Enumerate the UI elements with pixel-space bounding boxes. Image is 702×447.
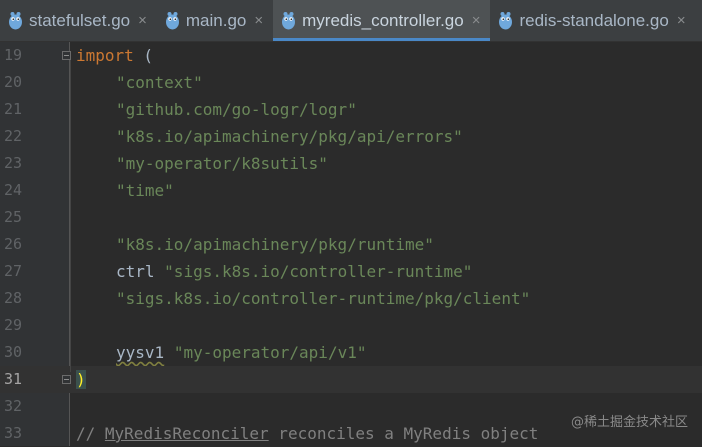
- tab-label: myredis_controller.go: [302, 10, 464, 30]
- line-number: 27: [3, 262, 22, 280]
- code-text: ctrl "sigs.k8s.io/controller-runtime": [116, 258, 472, 285]
- code-line[interactable]: 19 import (: [0, 42, 702, 69]
- code-text: "time": [116, 177, 174, 204]
- line-number: 25: [3, 208, 22, 226]
- indent-guide: [70, 60, 71, 372]
- code-text: "my-operator/k8sutils": [116, 150, 328, 177]
- line-number: 24: [3, 181, 22, 199]
- close-tab-icon[interactable]: ×: [677, 13, 686, 28]
- code-text: import (: [76, 42, 153, 69]
- code-text: ): [76, 366, 86, 393]
- paren: (: [133, 46, 154, 65]
- import-alias: yysv1: [116, 343, 165, 362]
- line-number: 32: [3, 397, 22, 415]
- code-line[interactable]: 29: [0, 312, 702, 339]
- editor-tab-bar: statefulset.go × main.go × myredis_contr…: [0, 0, 702, 42]
- tab-main-go[interactable]: main.go ×: [157, 0, 273, 41]
- go-file-icon: [165, 12, 179, 30]
- line-number: 28: [3, 289, 22, 307]
- close-tab-icon[interactable]: ×: [472, 13, 481, 28]
- comment-prefix: //: [76, 424, 105, 443]
- string-literal: "k8s.io/apimachinery/pkg/api/errors": [116, 127, 463, 146]
- code-text: "context": [116, 69, 203, 96]
- code-line[interactable]: 26 "k8s.io/apimachinery/pkg/runtime": [0, 231, 702, 258]
- code-text: "k8s.io/apimachinery/pkg/runtime": [116, 231, 434, 258]
- tab-label: statefulset.go: [29, 10, 131, 30]
- tab-statefulset-go[interactable]: statefulset.go ×: [0, 0, 157, 41]
- string-literal: "time": [116, 181, 174, 200]
- code-comment: // MyRedisReconciler reconciles a MyRedi…: [76, 420, 538, 447]
- go-file-icon: [9, 12, 22, 30]
- string-literal: "context": [116, 73, 203, 92]
- string-literal: "sigs.k8s.io/controller-runtime": [164, 262, 473, 281]
- line-number: 23: [3, 154, 22, 172]
- import-alias: ctrl: [116, 262, 155, 281]
- string-literal: "github.com/go-logr/logr": [116, 100, 357, 119]
- line-number: 21: [3, 100, 22, 118]
- tab-myredis-controller-go[interactable]: myredis_controller.go ×: [273, 0, 491, 41]
- string-literal: "sigs.k8s.io/controller-runtime/pkg/clie…: [116, 289, 531, 308]
- comment-identifier: MyRedisReconciler: [104, 424, 269, 443]
- code-line[interactable]: 28 "sigs.k8s.io/controller-runtime/pkg/c…: [0, 285, 702, 312]
- matched-paren: ): [76, 370, 86, 389]
- go-file-icon: [282, 12, 296, 30]
- fold-toggle-icon[interactable]: [62, 375, 71, 384]
- go-file-icon: [499, 12, 513, 30]
- string-literal: "my-operator/api/v1": [173, 343, 367, 362]
- code-line[interactable]: 23 "my-operator/k8sutils": [0, 150, 702, 177]
- code-text: yysv1 "my-operator/api/v1": [116, 339, 366, 366]
- line-number: 20: [3, 73, 22, 91]
- line-number: 26: [3, 235, 22, 253]
- tab-label: redis-standalone.go: [519, 10, 669, 30]
- line-number: 31: [3, 370, 22, 388]
- keyword: import: [76, 46, 134, 65]
- code-line[interactable]: 20 "context": [0, 69, 702, 96]
- line-number: 29: [3, 316, 22, 334]
- code-line[interactable]: 21 "github.com/go-logr/logr": [0, 96, 702, 123]
- code-line[interactable]: 24 "time": [0, 177, 702, 204]
- fold-toggle-icon[interactable]: [62, 51, 71, 60]
- tab-redis-standalone-go[interactable]: redis-standalone.go ×: [490, 0, 695, 41]
- line-number: 19: [3, 46, 22, 64]
- line-number: 30: [3, 343, 22, 361]
- string-literal: "k8s.io/apimachinery/pkg/runtime": [116, 235, 434, 254]
- line-number: 22: [3, 127, 22, 145]
- code-line[interactable]: 27 ctrl "sigs.k8s.io/controller-runtime": [0, 258, 702, 285]
- code-line[interactable]: 30 yysv1 "my-operator/api/v1": [0, 339, 702, 366]
- current-code-line[interactable]: 31 ): [0, 366, 702, 393]
- code-line[interactable]: 25: [0, 204, 702, 231]
- code-text: "sigs.k8s.io/controller-runtime/pkg/clie…: [116, 285, 530, 312]
- close-tab-icon[interactable]: ×: [138, 13, 147, 28]
- code-editor[interactable]: 19 import ( 20 "context" 21 "github.com/…: [0, 42, 702, 446]
- code-text: "github.com/go-logr/logr": [116, 96, 357, 123]
- line-number: 33: [3, 424, 22, 442]
- string-literal: "my-operator/k8sutils": [116, 154, 328, 173]
- code-line[interactable]: 22 "k8s.io/apimachinery/pkg/api/errors": [0, 123, 702, 150]
- code-text: "k8s.io/apimachinery/pkg/api/errors": [116, 123, 463, 150]
- tab-label: main.go: [185, 10, 247, 30]
- close-tab-icon[interactable]: ×: [254, 13, 263, 28]
- comment-text: reconciles a MyRedis object: [268, 424, 539, 443]
- watermark: @稀土掘金技术社区: [570, 415, 688, 430]
